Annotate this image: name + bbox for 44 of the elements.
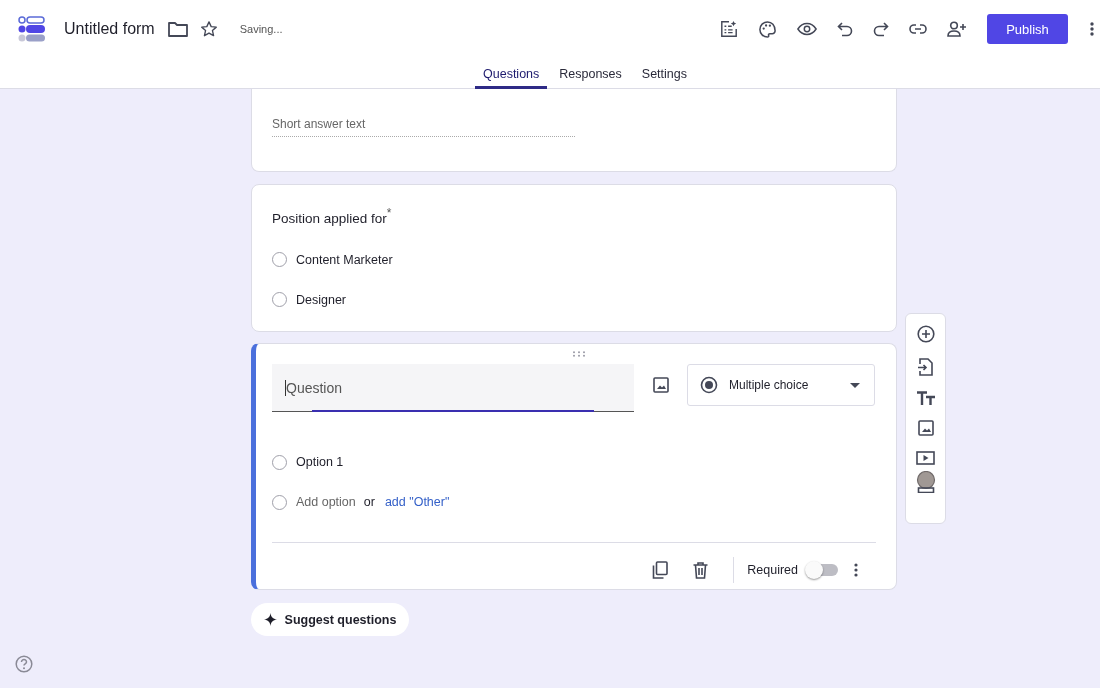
form-title[interactable]: Untitled form — [64, 20, 155, 38]
publish-button[interactable]: Publish — [987, 14, 1068, 44]
short-answer-field: Short answer text — [272, 117, 575, 137]
add-option-link[interactable]: Add option — [296, 495, 356, 509]
palette-icon[interactable] — [758, 19, 777, 39]
more-options-icon[interactable] — [854, 563, 858, 577]
eye-icon[interactable] — [797, 22, 817, 36]
option-label[interactable]: Option 1 — [296, 455, 344, 469]
image-icon[interactable] — [653, 377, 669, 393]
suggest-questions-button[interactable]: Suggest questions — [251, 603, 409, 636]
add-other-link[interactable]: add "Other" — [384, 495, 450, 509]
option-label: Designer — [296, 292, 347, 307]
more-options-icon[interactable] — [1090, 22, 1094, 36]
dropdown-caret-icon — [850, 382, 860, 388]
or-text: or — [363, 495, 375, 509]
import-icon[interactable] — [918, 358, 933, 376]
section-icon[interactable] — [914, 471, 937, 493]
saving-status: Saving... — [239, 23, 283, 35]
option-label: Content Marketer — [296, 252, 393, 267]
redo-icon[interactable] — [873, 21, 889, 37]
drag-handle-icon[interactable] — [572, 351, 586, 357]
add-person-icon[interactable] — [947, 21, 967, 37]
help-icon[interactable] — [15, 655, 33, 673]
image-icon[interactable] — [917, 420, 934, 436]
list-sparkle-icon[interactable] — [720, 20, 738, 38]
required-label: Required — [747, 563, 798, 577]
link-icon[interactable] — [909, 24, 927, 34]
tab[interactable]: Settings — [633, 58, 695, 89]
question-title: Position applied for$^{*}$ — [272, 206, 393, 226]
add-circle-icon[interactable] — [916, 325, 935, 343]
star-icon[interactable] — [199, 20, 218, 38]
sparkle-icon — [263, 613, 277, 626]
radio-icon — [700, 376, 718, 394]
folder-icon[interactable] — [167, 21, 188, 37]
text-format-icon[interactable] — [916, 391, 935, 405]
app-logo-icon[interactable] — [18, 15, 46, 43]
question-type-dropdown[interactable]: Multiple choice — [687, 364, 875, 406]
trash-icon[interactable] — [693, 561, 709, 579]
copy-icon[interactable] — [652, 561, 669, 579]
question-field[interactable]: Question — [272, 364, 634, 412]
required-toggle[interactable] — [808, 564, 838, 576]
tab[interactable]: Responses — [551, 58, 630, 89]
undo-icon[interactable] — [837, 21, 853, 37]
video-icon[interactable] — [916, 451, 935, 465]
